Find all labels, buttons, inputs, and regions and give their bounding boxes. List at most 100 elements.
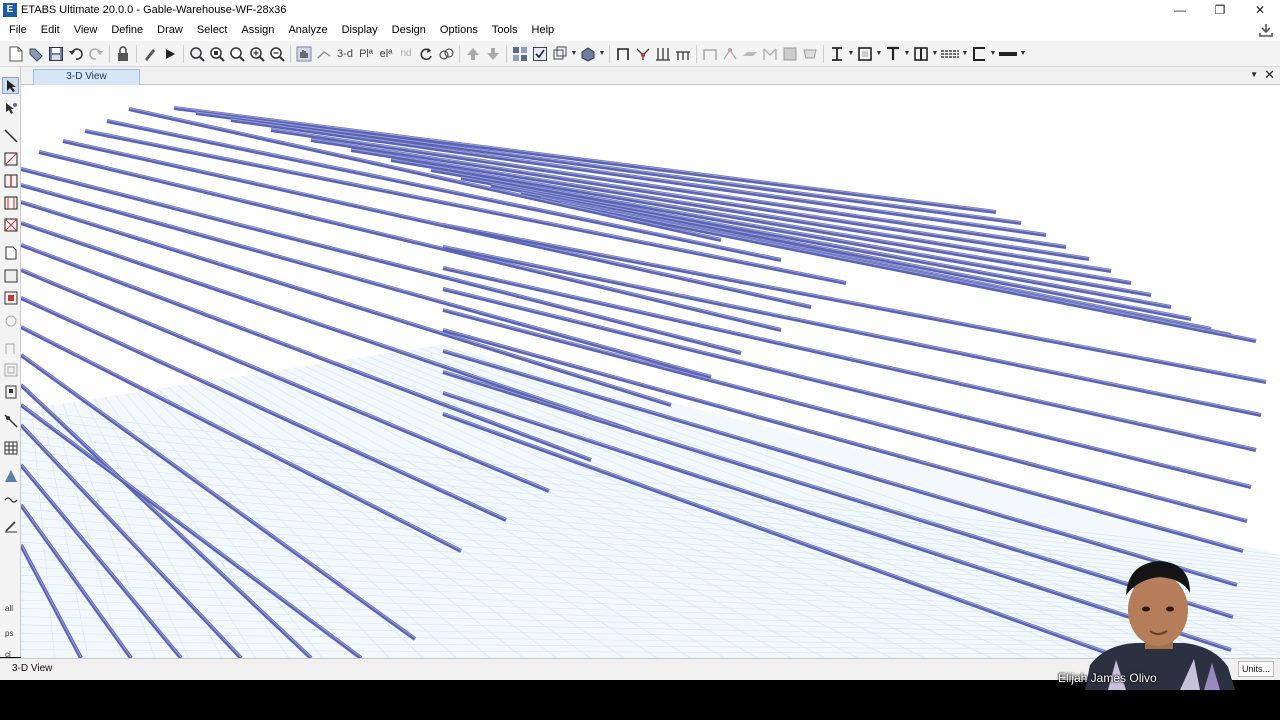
draw-wave-icon[interactable] (2, 490, 19, 507)
move-down-icon[interactable] (483, 44, 503, 64)
reshape-icon[interactable] (2, 100, 19, 117)
draw-rect-area-icon[interactable] (2, 267, 19, 284)
redo-icon[interactable] (86, 44, 106, 64)
draw-support-icon[interactable] (2, 467, 19, 484)
column-section-icon[interactable] (911, 44, 931, 64)
object-shrink-icon[interactable] (550, 44, 570, 64)
dropdown-arrow-icon[interactable]: ▼ (903, 50, 911, 57)
presenter-webcam (1085, 561, 1235, 690)
dropdown-arrow-icon[interactable]: ▼ (847, 50, 855, 57)
set-display-options-icon[interactable] (510, 44, 530, 64)
box-section-icon[interactable] (855, 44, 875, 64)
dropdown-arrow-icon[interactable]: ▼ (598, 50, 606, 57)
draw-wall-stack-icon[interactable] (2, 312, 19, 329)
dropdown-arrow-icon[interactable]: ▼ (875, 50, 883, 57)
draw-column-icon[interactable] (653, 44, 673, 64)
draw-brace-tool-icon[interactable] (2, 216, 19, 233)
menu-define[interactable]: Define (104, 20, 150, 41)
draw-floor-icon[interactable] (2, 244, 19, 261)
open-model-icon[interactable] (26, 44, 46, 64)
draw-pier-icon[interactable] (2, 383, 19, 400)
menu-analyze[interactable]: Analyze (281, 20, 334, 41)
zoom-in-icon[interactable] (247, 44, 267, 64)
draw-slab-icon[interactable] (740, 44, 760, 64)
zoom-window-icon[interactable] (187, 44, 207, 64)
channel-section-icon[interactable] (969, 44, 989, 64)
dropdown-arrow-icon[interactable]: ▼ (1019, 50, 1027, 57)
lock-icon[interactable] (113, 44, 133, 64)
dropdown-arrow-icon[interactable]: ▼ (931, 50, 939, 57)
draw-deck-icon[interactable] (800, 44, 820, 64)
draw-beam-icon[interactable] (673, 44, 693, 64)
view-dropdown-icon[interactable]: ▼ (1250, 70, 1258, 79)
draw-dimension-icon[interactable] (2, 517, 19, 534)
previous-selection-icon[interactable]: ps (2, 622, 19, 639)
i-section-icon[interactable] (827, 44, 847, 64)
select-all-icon[interactable]: all (2, 597, 19, 614)
dropdown-arrow-icon[interactable]: ▼ (961, 50, 969, 57)
rebar-section-icon[interactable] (939, 44, 961, 64)
dropdown-arrow-icon[interactable]: ▼ (570, 50, 578, 57)
menu-help[interactable]: Help (525, 20, 562, 41)
draw-wall-tool-icon[interactable] (2, 339, 19, 356)
menu-design[interactable]: Design (385, 20, 433, 41)
draw-secondary-beam-icon[interactable] (2, 194, 19, 211)
units-button[interactable]: Units... (1238, 661, 1274, 677)
draw-grid-icon[interactable] (2, 439, 19, 456)
menu-display[interactable]: Display (335, 20, 385, 41)
zoom-extents-icon[interactable] (227, 44, 247, 64)
menu-draw[interactable]: Draw (150, 20, 190, 41)
close-window-button[interactable]: ✕ (1240, 0, 1280, 20)
dropdown-arrow-icon[interactable]: ▼ (989, 50, 997, 57)
draw-opening-icon[interactable] (760, 44, 780, 64)
view-close-button[interactable]: ✕ (1264, 67, 1275, 83)
rubber-band-zoom-icon[interactable] (314, 44, 334, 64)
plate-section-icon[interactable] (997, 44, 1019, 64)
draw-tendon-icon[interactable] (2, 412, 19, 429)
draw-link-icon[interactable] (720, 44, 740, 64)
pen-icon[interactable] (140, 44, 160, 64)
menu-select[interactable]: Select (190, 20, 235, 41)
rotate-icon[interactable] (416, 44, 436, 64)
check-model-icon[interactable] (530, 44, 550, 64)
save-icon[interactable] (46, 44, 66, 64)
toolbar-separator (109, 44, 110, 63)
zoom-restore-icon[interactable] (207, 44, 227, 64)
new-model-icon[interactable] (6, 44, 26, 64)
nd-view-button[interactable]: nd (396, 44, 416, 64)
download-icon[interactable] (1258, 22, 1274, 38)
menu-assign[interactable]: Assign (234, 20, 281, 41)
menu-view[interactable]: View (67, 20, 105, 41)
plan-view-button[interactable]: Plª (356, 44, 376, 64)
menu-edit[interactable]: Edit (34, 20, 67, 41)
draw-area-icon[interactable] (780, 44, 800, 64)
menu-tools[interactable]: Tools (485, 20, 525, 41)
view-3d-button[interactable]: 3-d (334, 44, 356, 64)
frame-member (430, 168, 1152, 297)
tab-3d-view[interactable]: 3-D View (33, 69, 140, 85)
extrude-view-icon[interactable] (578, 44, 598, 64)
run-analysis-icon[interactable] (160, 44, 180, 64)
draw-opening-tool-icon[interactable] (2, 361, 19, 378)
tee-section-icon[interactable] (883, 44, 903, 64)
zoom-out-icon[interactable] (267, 44, 287, 64)
draw-click-area-icon[interactable] (2, 289, 19, 306)
menu-file[interactable]: File (2, 20, 34, 41)
draw-column-tool-icon[interactable] (2, 172, 19, 189)
draw-frame-icon[interactable] (613, 44, 633, 64)
menu-bar: File Edit View Define Draw Select Assign… (0, 20, 1280, 41)
window-title: ETABS Ultimate 20.0.0 - Gable-Warehouse-… (21, 4, 287, 16)
select-pointer-icon[interactable] (2, 77, 19, 94)
restore-button[interactable]: ❐ (1200, 0, 1240, 20)
draw-line-icon[interactable] (2, 127, 19, 144)
menu-options[interactable]: Options (433, 20, 485, 41)
draw-frame-beam-icon[interactable] (2, 150, 19, 167)
minimize-button[interactable]: — (1160, 0, 1200, 20)
draw-brace-icon[interactable] (633, 44, 653, 64)
perspective-icon[interactable] (436, 44, 456, 64)
move-up-icon[interactable] (463, 44, 483, 64)
pan-icon[interactable] (294, 44, 314, 64)
draw-wall-icon[interactable] (700, 44, 720, 64)
undo-icon[interactable] (66, 44, 86, 64)
elevation-view-button[interactable]: elª (376, 44, 396, 64)
